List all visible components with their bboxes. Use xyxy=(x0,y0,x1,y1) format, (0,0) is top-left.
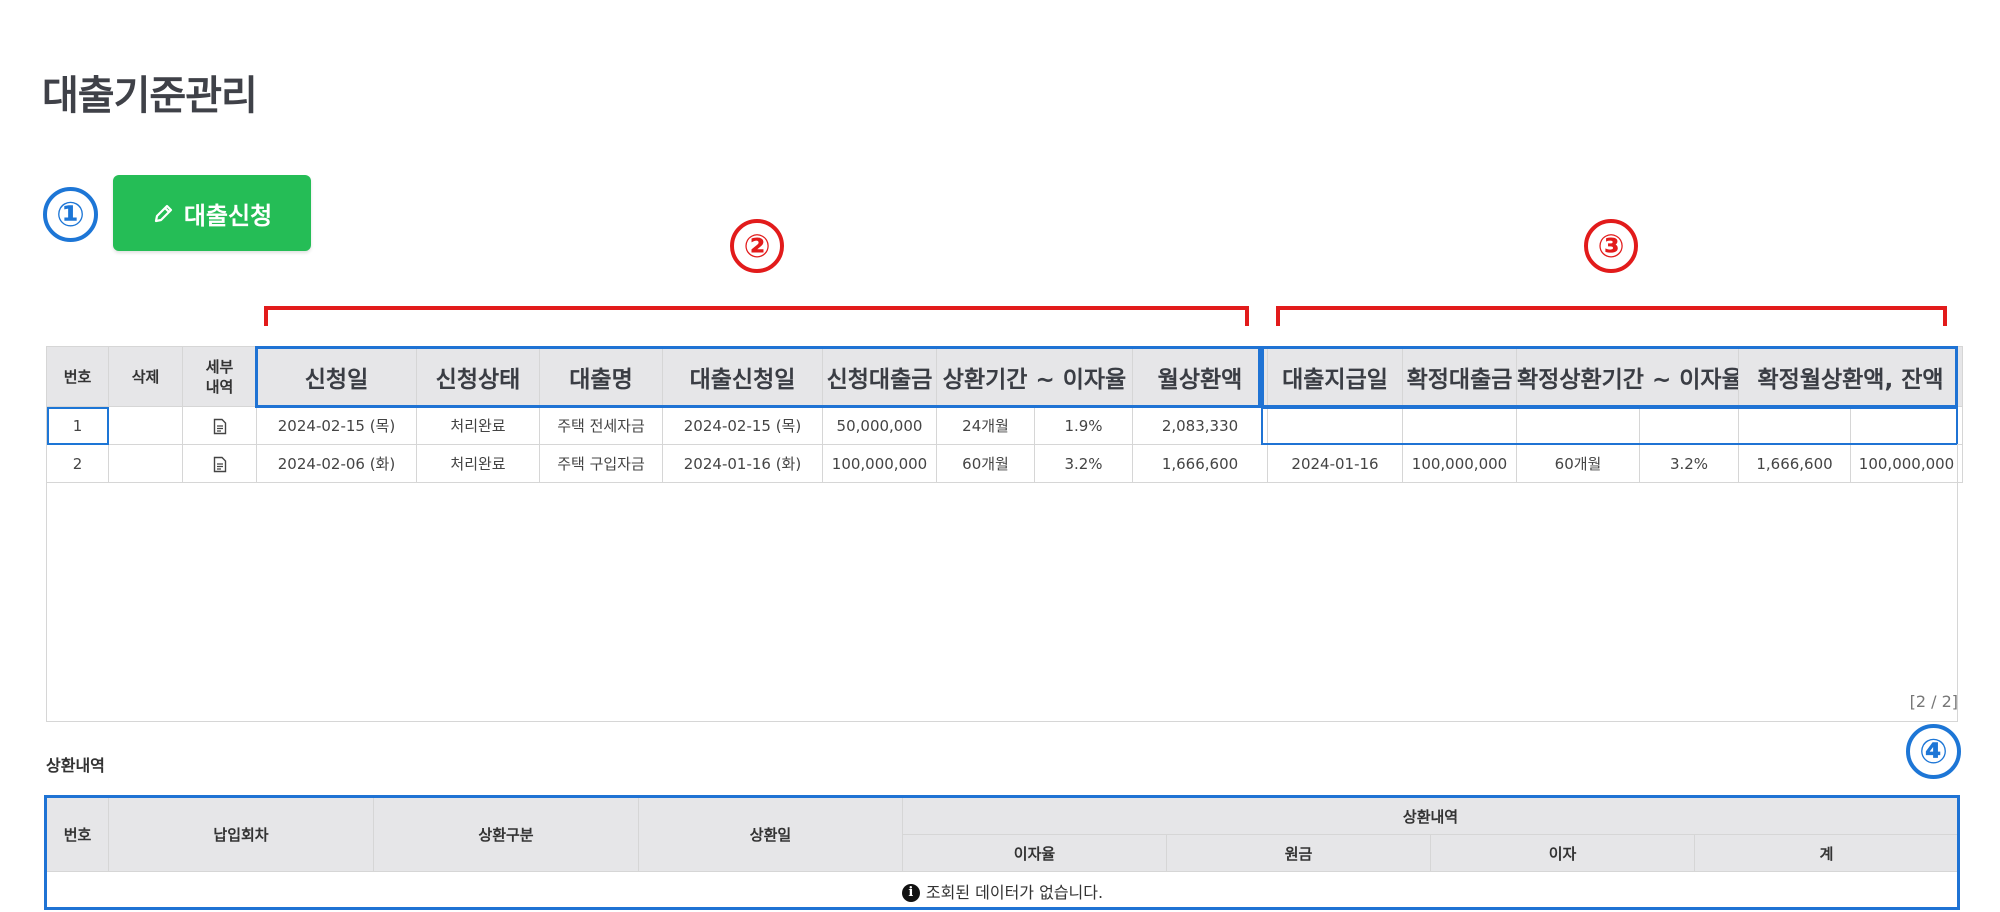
loan-apply-button[interactable]: 대출신청 xyxy=(113,175,311,251)
cell-loan-apply-date: 2024-02-15 (목) xyxy=(662,406,823,445)
col-header-detail-label: 세부 내역 xyxy=(205,357,234,396)
table-row[interactable]: 1 2024-02-15 (목) 처리완료 주택 전세자금 2024-02-15… xyxy=(46,406,1964,445)
col-header-period-rate[interactable]: 상환기간 ~ 이자율 xyxy=(936,346,1133,407)
repay-header-interest[interactable]: 이자 xyxy=(1430,834,1695,872)
repay-header-type[interactable]: 상환구분 xyxy=(373,797,639,872)
col-header-loan-apply-date[interactable]: 대출신청일 xyxy=(662,346,823,407)
cell-disburse-date xyxy=(1267,406,1403,445)
repay-header-principal[interactable]: 원금 xyxy=(1166,834,1431,872)
annotation-marker-1: ① xyxy=(43,187,98,242)
info-icon: i xyxy=(901,884,920,902)
empty-message: 조회된 데이터가 없습니다. xyxy=(925,882,1104,902)
cell-apply-date: 2024-02-15 (목) xyxy=(256,406,417,445)
cell-monthly: 2,083,330 xyxy=(1132,406,1268,445)
cell-period: 24개월 xyxy=(936,406,1035,445)
annotation-marker-4: ④ xyxy=(1906,724,1961,779)
pagination-indicator: [2 / 2] xyxy=(1909,692,1958,711)
cell-confirmed-amount xyxy=(1402,406,1517,445)
table-row: i 조회된 데이터가 없습니다. xyxy=(45,871,1960,910)
pencil-icon xyxy=(152,201,176,225)
col-header-detail: 세부 내역 xyxy=(182,346,257,407)
col-header-confirmed-monthly-balance[interactable]: 확정월상환액, 잔액 xyxy=(1738,346,1964,407)
loan-apply-label: 대출신청 xyxy=(183,201,273,230)
table-empty-area xyxy=(46,444,1958,722)
cell-rate: 1.9% xyxy=(1034,406,1133,445)
annotation-bracket-application xyxy=(264,306,1249,326)
col-header-no: 번호 xyxy=(46,346,109,407)
annotation-bracket-confirmed xyxy=(1276,306,1947,326)
col-header-delete: 삭제 xyxy=(108,346,183,407)
cell-no[interactable]: 1 xyxy=(46,406,109,445)
col-header-confirmed-period-rate[interactable]: 확정상환기간 ~ 이자율 xyxy=(1515,346,1740,407)
repay-header-no: 번호 xyxy=(46,797,109,872)
repay-header-group: 상환내역 xyxy=(901,797,1960,835)
annotation-marker-2: ② xyxy=(730,219,784,273)
cell-confirmed-rate xyxy=(1638,406,1740,445)
cell-confirmed-period xyxy=(1516,406,1640,445)
cell-amount: 50,000,000 xyxy=(822,406,937,445)
repayment-section-title: 상환내역 xyxy=(46,756,105,775)
cell-loan-name: 주택 전세자금 xyxy=(539,406,663,445)
page-title: 대출기준관리 xyxy=(42,73,258,119)
empty-message-cell: i 조회된 데이터가 없습니다. xyxy=(45,871,1960,910)
cell-status: 처리완료 xyxy=(416,406,540,445)
repay-header-date[interactable]: 상환일 xyxy=(638,797,903,872)
col-header-disburse-date[interactable]: 대출지급일 xyxy=(1267,346,1403,407)
cell-delete[interactable] xyxy=(108,406,183,445)
repay-header-installment[interactable]: 납입회차 xyxy=(108,797,374,872)
document-icon[interactable] xyxy=(213,417,227,435)
cell-confirmed-monthly xyxy=(1738,406,1852,445)
annotation-marker-3: ③ xyxy=(1584,219,1638,273)
col-header-loan-name[interactable]: 대출명 xyxy=(539,346,663,407)
col-header-apply-amount[interactable]: 신청대출금 xyxy=(822,346,937,407)
col-header-monthly-payment[interactable]: 월상환액 xyxy=(1132,346,1268,407)
col-header-apply-status[interactable]: 신청상태 xyxy=(416,346,540,407)
col-header-confirmed-amount[interactable]: 확정대출금 xyxy=(1402,346,1517,407)
repay-header-total[interactable]: 계 xyxy=(1693,834,1960,872)
cell-balance xyxy=(1850,406,1964,445)
col-header-apply-date[interactable]: 신청일 xyxy=(256,346,417,407)
cell-detail[interactable] xyxy=(182,406,257,445)
repay-header-rate[interactable]: 이자율 xyxy=(902,834,1167,872)
repayment-table: 번호 납입회차 상환구분 상환일 상환내역 이자율 원금 이자 계 i 조회된 데… xyxy=(45,797,1960,910)
